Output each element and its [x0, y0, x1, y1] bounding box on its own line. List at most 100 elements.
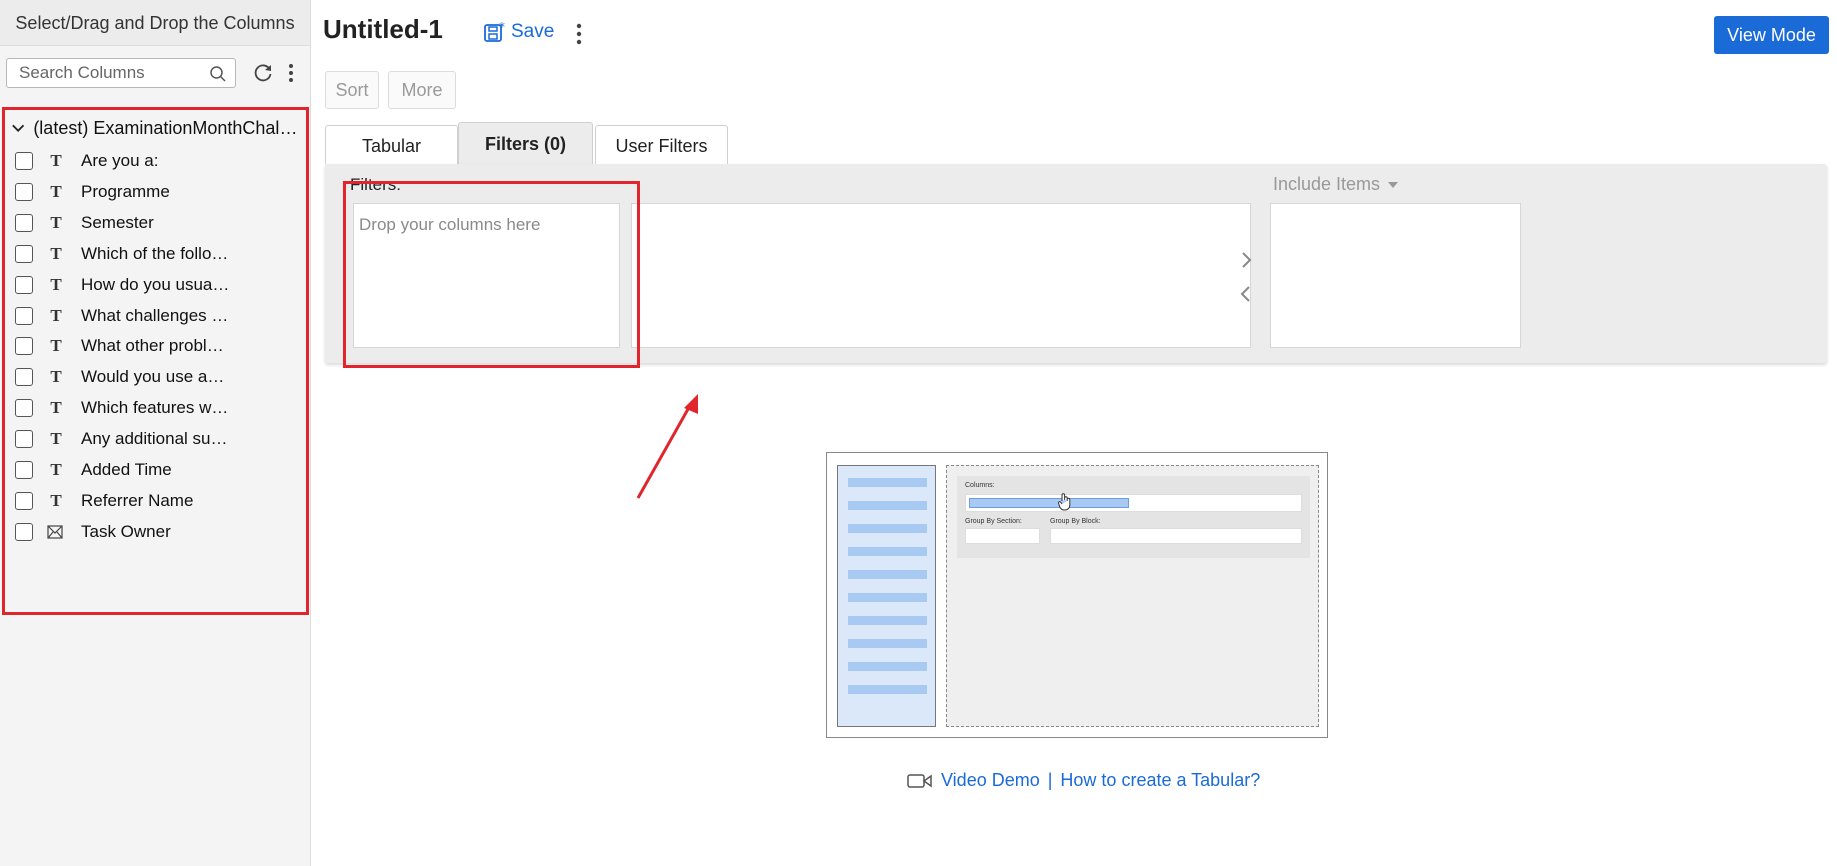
text-type-icon: T: [50, 151, 62, 170]
main-area: Untitled-1 * Save View Mode Sort More Ta…: [311, 0, 1837, 866]
tab-user-filters[interactable]: User Filters: [595, 125, 728, 165]
column-item[interactable]: T What other problems do you face?: [15, 331, 300, 361]
column-item[interactable]: T Are you a:: [15, 146, 300, 176]
table-name: (latest) ExaminationMonthChallenges: [33, 117, 301, 138]
text-type-icon: T: [50, 460, 62, 479]
app-window: Select/Drag and Drop the Columns (latest…: [0, 0, 1837, 866]
include-items-list[interactable]: [1270, 203, 1521, 348]
chevron-left-icon[interactable]: [1239, 284, 1253, 304]
illustration-columns-label: Columns:: [965, 482, 995, 489]
column-label: Which of the following problems do you u…: [81, 243, 231, 263]
guide-arrow-icon: [636, 394, 698, 499]
text-type-icon: T: [50, 243, 62, 263]
text-type-icon: T: [50, 336, 62, 356]
column-item[interactable]: T Semester: [15, 208, 300, 238]
column-label: Any additional suggestions?: [81, 429, 231, 449]
column-label: Which features would you like?: [81, 398, 231, 418]
illustration-panel: Columns: Group By Section: Group By Bloc…: [957, 476, 1310, 558]
how-to-link[interactable]: How to create a Tabular?: [1060, 770, 1260, 791]
column-checkbox[interactable]: [15, 213, 33, 232]
text-type-icon: T: [50, 274, 62, 294]
column-item[interactable]: T What challenges do you face?: [15, 301, 300, 331]
column-label: Task Owner: [81, 521, 171, 541]
more-button[interactable]: More: [388, 71, 456, 109]
column-item[interactable]: Task Owner: [15, 517, 300, 547]
caret-down-icon: [1388, 181, 1399, 188]
text-type-icon: T: [50, 305, 62, 325]
column-item[interactable]: T Programme: [15, 177, 300, 207]
more-options-icon[interactable]: [574, 22, 584, 46]
column-checkbox[interactable]: [15, 244, 33, 263]
column-label: Are you a:: [81, 151, 159, 170]
text-type-icon: T: [50, 367, 62, 387]
illustration-block-field: [1050, 528, 1302, 544]
column-checkbox[interactable]: [15, 522, 33, 541]
video-demo-link[interactable]: Video Demo: [941, 770, 1040, 791]
email-type-icon: [47, 525, 65, 539]
include-items-dropdown[interactable]: Include Items: [1273, 174, 1399, 195]
refresh-icon[interactable]: [252, 62, 274, 84]
column-checkbox[interactable]: [15, 491, 33, 510]
column-checkbox[interactable]: [15, 368, 33, 387]
tab-filters[interactable]: Filters (0): [458, 122, 593, 165]
video-camera-icon: [907, 773, 932, 788]
column-label: Referrer Name: [81, 490, 194, 510]
text-type-icon: T: [50, 212, 62, 232]
save-label: Save: [511, 21, 555, 42]
save-button[interactable]: * Save: [483, 20, 554, 44]
text-type-icon: T: [50, 398, 62, 418]
column-label: What challenges do you face?: [81, 305, 231, 325]
search-input[interactable]: [7, 59, 197, 87]
svg-text:*: *: [499, 20, 505, 34]
drop-placeholder: Drop your columns here: [359, 215, 541, 234]
column-list: (latest) ExaminationMonthChallenges T Are…: [2, 107, 309, 615]
illustration-drag-bar: [969, 498, 1129, 508]
illustration-group-section-label: Group By Section:: [965, 518, 1022, 525]
illustration-column-list: [837, 465, 936, 727]
save-icon: *: [484, 20, 505, 42]
column-checkbox[interactable]: [15, 152, 33, 170]
text-type-icon: T: [50, 181, 62, 201]
table-tree-header[interactable]: (latest) ExaminationMonthChallenges: [11, 113, 301, 143]
column-item[interactable]: T Which of the following problems do you …: [15, 239, 300, 269]
column-checkbox[interactable]: [15, 337, 33, 356]
column-sidebar: Select/Drag and Drop the Columns (latest…: [0, 0, 311, 866]
column-label: Semester: [81, 212, 154, 232]
column-label: How do you usually revise?: [81, 274, 231, 294]
column-checkbox[interactable]: [15, 430, 33, 449]
filters-label: Filters:: [350, 175, 401, 194]
hand-cursor-icon: [1058, 493, 1071, 511]
column-item[interactable]: T Would you use an app?: [15, 362, 300, 392]
chevron-right-icon[interactable]: [1239, 250, 1253, 270]
column-checkbox[interactable]: [15, 306, 33, 325]
column-checkbox[interactable]: [15, 461, 33, 479]
text-type-icon: T: [50, 429, 62, 449]
column-checkbox[interactable]: [15, 182, 33, 201]
view-mode-button[interactable]: View Mode: [1714, 16, 1829, 54]
column-checkbox[interactable]: [15, 275, 33, 294]
column-item[interactable]: T Any additional suggestions?: [15, 424, 300, 454]
column-label: Added Time: [81, 460, 172, 479]
search-icon[interactable]: [209, 65, 227, 83]
tab-tabular[interactable]: Tabular: [325, 125, 458, 165]
column-item[interactable]: T Added Time: [15, 455, 300, 485]
chevron-down-icon[interactable]: [11, 120, 25, 136]
page-title[interactable]: Untitled-1: [323, 14, 443, 45]
filter-drop-zone[interactable]: Drop your columns here: [353, 203, 620, 348]
column-checkbox[interactable]: [15, 399, 33, 418]
sidebar-tools: [6, 58, 304, 90]
filter-values-list[interactable]: [631, 203, 1251, 348]
help-separator: |: [1047, 770, 1053, 790]
text-type-icon: T: [50, 490, 62, 510]
column-item[interactable]: T How do you usually revise?: [15, 270, 300, 300]
column-label: Programme: [81, 181, 170, 201]
column-item[interactable]: T Which features would you like?: [15, 393, 300, 423]
tutorial-illustration: Columns: Group By Section: Group By Bloc…: [826, 452, 1328, 738]
search-box[interactable]: [6, 58, 236, 88]
sidebar-more-icon[interactable]: [286, 62, 296, 84]
column-item[interactable]: T Referrer Name: [15, 486, 300, 516]
column-label: Would you use an app?: [81, 367, 231, 387]
sort-button[interactable]: Sort: [325, 71, 379, 109]
include-items-label: Include Items: [1273, 174, 1381, 194]
column-label: What other problems do you face?: [81, 336, 231, 356]
